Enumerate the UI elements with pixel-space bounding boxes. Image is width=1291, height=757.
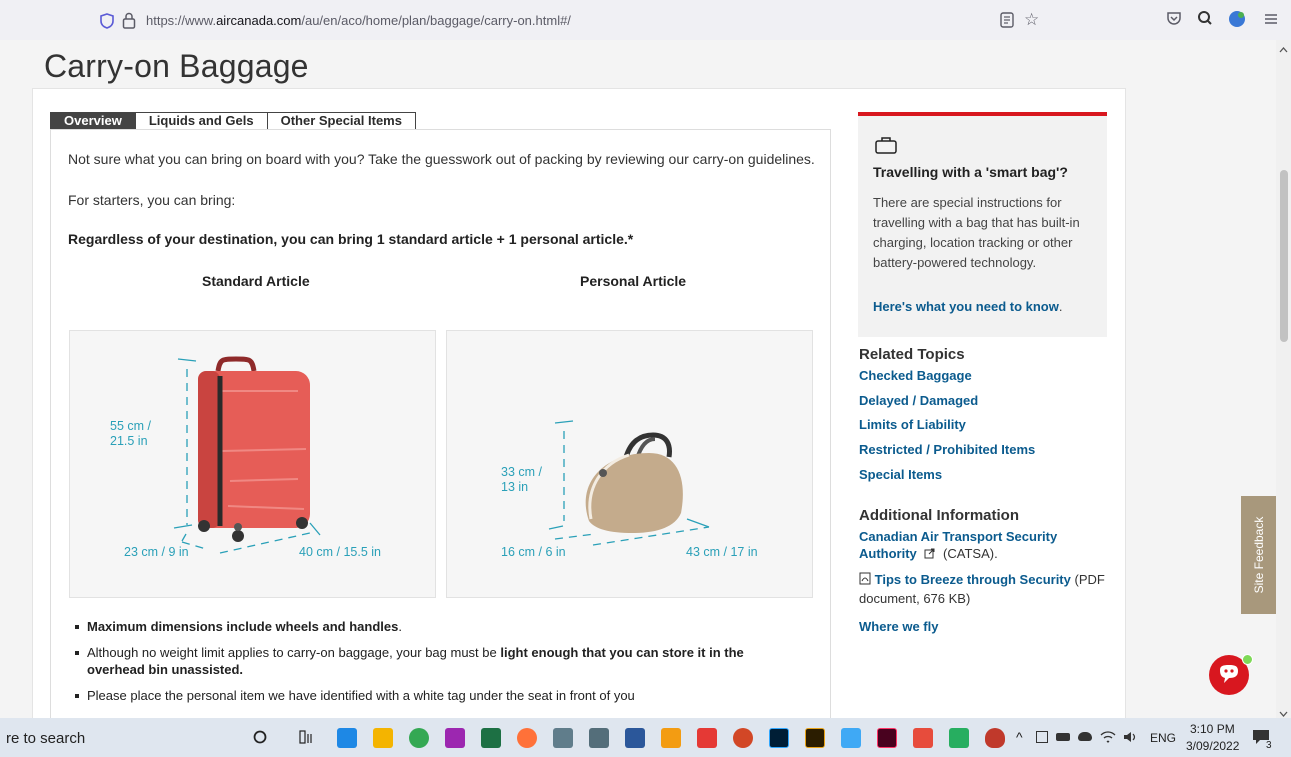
windows-taskbar: re to search ^ ENG 3:10 PM 3/09/2022 3 xyxy=(0,718,1291,757)
scroll-up-icon[interactable] xyxy=(1276,44,1291,56)
list-item: Please place the personal item we have i… xyxy=(74,687,804,704)
battery-icon[interactable] xyxy=(1056,733,1070,741)
tab-bar: Overview Liquids and Gels Other Special … xyxy=(50,112,416,136)
link-catsa-line2[interactable]: Authority (CATSA). xyxy=(859,546,998,561)
standard-width-label: 40 cm / 15.5 in xyxy=(299,545,381,559)
shield-icon[interactable] xyxy=(100,13,114,29)
allowance-text: Regardless of your destination, you can … xyxy=(68,231,634,247)
chat-online-indicator xyxy=(1242,654,1253,665)
external-link-icon xyxy=(924,548,935,559)
page-content: Carry-on Baggage Overview Liquids and Ge… xyxy=(0,40,1276,718)
photoshop-icon[interactable] xyxy=(769,728,789,748)
extension-icon[interactable] xyxy=(1197,10,1213,26)
url-bar[interactable]: https://www.aircanada.com/au/en/aco/home… xyxy=(88,8,1048,34)
standard-depth-label: 23 cm / 9 in xyxy=(124,545,189,559)
calculator-icon[interactable] xyxy=(589,728,609,748)
taskbar-search[interactable]: re to search xyxy=(6,730,85,747)
tab-overview[interactable]: Overview xyxy=(50,112,136,136)
reader-view-icon[interactable] xyxy=(1000,12,1014,28)
volume-icon[interactable] xyxy=(1122,730,1138,744)
tray-chevron-icon[interactable]: ^ xyxy=(1016,729,1023,745)
starters-text: For starters, you can bring: xyxy=(68,192,236,208)
smart-bag-link-period: . xyxy=(1058,299,1063,314)
page-title: Carry-on Baggage xyxy=(44,48,309,84)
firefox-icon[interactable] xyxy=(517,728,537,748)
mail-app-icon[interactable] xyxy=(337,728,357,748)
task-view-icon[interactable] xyxy=(299,730,315,744)
snipping-tool-icon[interactable] xyxy=(445,728,465,748)
related-topics-heading: Related Topics xyxy=(859,346,965,363)
tab-liquids-and-gels[interactable]: Liquids and Gels xyxy=(135,112,268,130)
app-icon-4[interactable] xyxy=(985,728,1005,748)
link-where-we-fly[interactable]: Where we fly xyxy=(859,619,938,634)
app-icon-2[interactable] xyxy=(913,728,933,748)
acrobat-icon[interactable] xyxy=(697,728,717,748)
language-indicator[interactable]: ENG xyxy=(1150,731,1176,745)
bookmark-star-icon[interactable]: ☆ xyxy=(1024,10,1039,30)
tab-other-special-items[interactable]: Other Special Items xyxy=(267,112,416,130)
tips-suffix-line: document, 676 KB) xyxy=(859,591,971,606)
link-restricted-items[interactable]: Restricted / Prohibited Items xyxy=(859,442,1035,457)
chrome-icon[interactable] xyxy=(409,728,429,748)
browser-toolbar: https://www.aircanada.com/au/en/aco/home… xyxy=(0,0,1291,40)
link-checked-baggage[interactable]: Checked Baggage xyxy=(859,368,972,383)
standard-article-heading: Standard Article xyxy=(202,273,310,289)
word-icon[interactable] xyxy=(625,728,645,748)
suitcase-icon xyxy=(875,137,897,154)
tips-line: Tips to Breeze through Security (PDF xyxy=(859,572,1105,587)
personal-width-label: 43 cm / 17 in xyxy=(686,545,758,559)
menu-icon[interactable] xyxy=(1264,13,1278,25)
indesign-icon[interactable] xyxy=(877,728,897,748)
link-special-items[interactable]: Special Items xyxy=(859,467,942,482)
clock-time[interactable]: 3:10 PM xyxy=(1190,722,1235,736)
additional-info-heading: Additional Information xyxy=(859,507,1019,524)
cortana-icon[interactable] xyxy=(253,730,267,744)
standard-height-label: 55 cm / 21.5 in xyxy=(110,419,151,448)
powerpoint-icon[interactable] xyxy=(733,728,753,748)
personal-article-image: 33 cm / 13 in 16 cm / 6 in 43 cm / 17 in xyxy=(446,330,813,598)
app-icon[interactable] xyxy=(661,728,681,748)
affinity-icon[interactable] xyxy=(841,728,861,748)
link-delayed-damaged[interactable]: Delayed / Damaged xyxy=(859,393,978,408)
list-item: Maximum dimensions include wheels and ha… xyxy=(74,618,804,635)
page-scrollbar[interactable] xyxy=(1276,40,1291,718)
wifi-icon[interactable] xyxy=(1100,730,1116,744)
smart-bag-body: There are special instructions for trave… xyxy=(873,195,1080,270)
site-feedback-button[interactable]: Site Feedback xyxy=(1241,496,1276,614)
paint-icon[interactable] xyxy=(553,728,573,748)
standard-article-image: 55 cm / 21.5 in 23 cm / 9 in 40 cm / 15.… xyxy=(69,330,436,598)
intro-text: Not sure what you can bring on board wit… xyxy=(68,151,815,167)
link-catsa-line1[interactable]: Canadian Air Transport Security xyxy=(859,529,1057,544)
account-extension-icon[interactable] xyxy=(1228,10,1246,28)
smart-bag-title: Travelling with a 'smart bag'? xyxy=(873,164,1068,180)
onedrive-icon[interactable] xyxy=(1078,732,1092,741)
catsa-suffix: (CATSA). xyxy=(943,546,998,561)
url-text[interactable]: https://www.aircanada.com/au/en/aco/home… xyxy=(146,13,571,28)
notification-count: 3 xyxy=(1266,740,1272,751)
personal-article-heading: Personal Article xyxy=(580,273,687,289)
list-item: Although no weight limit applies to carr… xyxy=(74,644,804,678)
pdf-icon xyxy=(859,572,871,585)
clock-date[interactable]: 3/09/2022 xyxy=(1186,739,1239,753)
scroll-thumb[interactable] xyxy=(1280,170,1288,342)
excel-icon[interactable] xyxy=(481,728,501,748)
smart-bag-panel: Travelling with a 'smart bag'? There are… xyxy=(858,112,1107,337)
pocket-icon[interactable] xyxy=(1166,10,1182,26)
personal-height-label: 33 cm / 13 in xyxy=(501,465,542,494)
tray-icon[interactable] xyxy=(1036,731,1048,743)
app-icon-3[interactable] xyxy=(949,728,969,748)
lock-icon[interactable] xyxy=(122,12,136,29)
link-limits-of-liability[interactable]: Limits of Liability xyxy=(859,417,966,432)
carry-on-rules-list: Maximum dimensions include wheels and ha… xyxy=(74,618,804,713)
smart-bag-link[interactable]: Here's what you need to know xyxy=(873,299,1059,314)
file-explorer-icon[interactable] xyxy=(373,728,393,748)
link-tips-security[interactable]: Tips to Breeze through Security xyxy=(875,572,1071,587)
personal-depth-label: 16 cm / 6 in xyxy=(501,545,566,559)
bridge-icon[interactable] xyxy=(805,728,825,748)
